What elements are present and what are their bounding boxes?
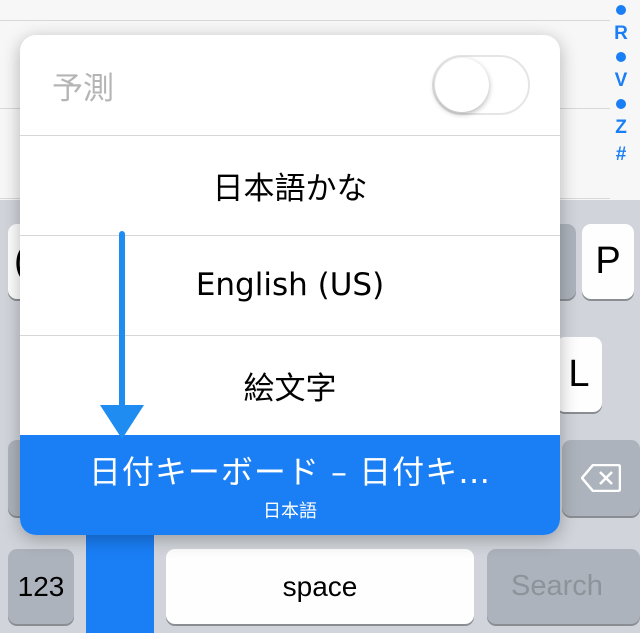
predict-row: 予測 bbox=[20, 35, 560, 136]
key-label: Search bbox=[511, 570, 603, 602]
index-dot[interactable] bbox=[616, 52, 626, 62]
predict-label: 予測 bbox=[52, 70, 114, 107]
selected-option-title: 日付キーボード – 日付キ… bbox=[88, 453, 492, 491]
option-label: 絵文字 bbox=[243, 370, 337, 407]
index-dot[interactable] bbox=[616, 99, 626, 109]
list-divider bbox=[0, 20, 610, 21]
keyboard-option-english-us[interactable]: English (US) bbox=[20, 235, 560, 336]
predict-toggle[interactable] bbox=[432, 55, 530, 115]
numbers-key[interactable]: 123 bbox=[8, 549, 74, 624]
delete-icon bbox=[581, 464, 621, 492]
option-label: 日本語かな bbox=[212, 170, 368, 207]
space-key[interactable]: space bbox=[166, 549, 474, 624]
selected-option-subtitle: 日本語 bbox=[263, 501, 317, 522]
index-letter[interactable]: R bbox=[614, 24, 628, 43]
index-dot[interactable] bbox=[616, 5, 626, 15]
annotation-arrow-head bbox=[100, 405, 144, 439]
popover-stem bbox=[86, 530, 154, 633]
key-l[interactable]: L bbox=[556, 337, 602, 412]
key-label: L bbox=[568, 353, 590, 395]
delete-button[interactable] bbox=[562, 440, 640, 516]
index-letter[interactable]: # bbox=[616, 145, 627, 164]
key-p[interactable]: P bbox=[582, 224, 634, 299]
option-label: English (US) bbox=[195, 267, 385, 303]
keyboard-option-japanese-kana[interactable]: 日本語かな bbox=[20, 135, 560, 236]
key-label: space bbox=[282, 570, 358, 602]
key-label: 123 bbox=[17, 570, 65, 602]
keyboard-option-date-selected[interactable]: 日付キーボード – 日付キ… 日本語 bbox=[20, 435, 560, 535]
section-index-bar[interactable]: R V Z # bbox=[610, 0, 632, 200]
input-mode-popover: 予測 日本語かな English (US) 絵文字 日付キーボード – 日付キ…… bbox=[20, 35, 560, 535]
toggle-knob[interactable] bbox=[435, 58, 489, 112]
index-letter[interactable]: Z bbox=[615, 118, 627, 137]
index-letter[interactable]: V bbox=[615, 71, 628, 90]
key-label: P bbox=[595, 240, 621, 282]
search-key[interactable]: Search bbox=[487, 549, 640, 624]
annotation-arrow-shaft bbox=[119, 231, 125, 411]
